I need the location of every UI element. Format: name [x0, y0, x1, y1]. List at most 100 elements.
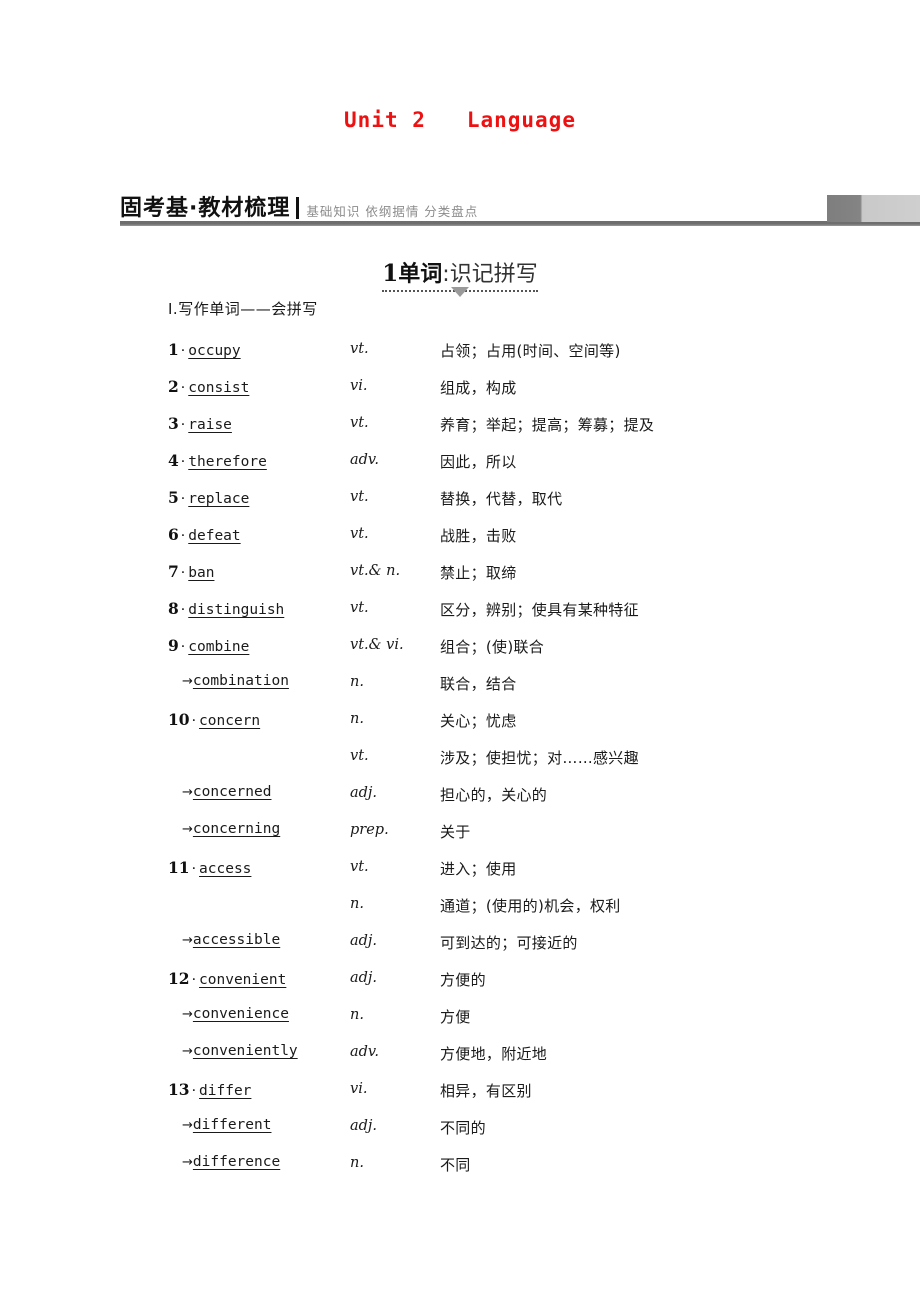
part-of-speech: adj.: [350, 785, 378, 801]
separator-dot: ·: [191, 861, 197, 877]
part-of-speech: vt.: [350, 341, 369, 357]
part-of-speech: vi.: [350, 378, 368, 394]
english-word: occupy: [188, 343, 241, 359]
chinese-meaning: 占领；占用(时间、空间等): [440, 342, 621, 360]
english-word: ban: [188, 565, 215, 581]
word-entry-term: 2 · consist: [168, 377, 353, 396]
word-entry-number: 9: [168, 636, 179, 655]
english-word: therefore: [188, 454, 267, 470]
section-number: 1: [382, 260, 399, 287]
word-entry-number: 6: [168, 525, 179, 544]
part-of-speech: vt.: [350, 489, 369, 505]
english-word: concerning: [192, 821, 281, 837]
word-row: 12 · convenient adj. 方便的: [168, 969, 868, 1006]
sub-heading: Ⅰ.写作单词——会拼写: [168, 300, 318, 318]
arrow-right-icon: →: [182, 1155, 193, 1170]
part-of-speech: vt.& vi.: [350, 637, 404, 653]
part-of-speech: vt.: [350, 526, 369, 542]
part-of-speech: adj.: [350, 933, 378, 949]
separator-dot: ·: [180, 528, 186, 544]
triangle-down-icon: [0, 287, 920, 297]
vertical-divider: [296, 197, 300, 219]
part-of-speech: adv.: [350, 1044, 380, 1060]
arrow-right-icon: →: [182, 1118, 193, 1133]
arrow-right-icon: →: [182, 933, 193, 948]
word-entry-term: 11 · access: [168, 858, 353, 877]
word-entry-number: 8: [168, 599, 179, 618]
word-row: vt. 涉及；使担忧；对……感兴趣: [168, 747, 868, 784]
word-entry-term: →convenience: [182, 1006, 367, 1022]
part-of-speech: prep.: [350, 822, 389, 838]
separator-dot: ·: [191, 1083, 197, 1099]
word-row: 5 · replace vt. 替换，代替，取代: [168, 488, 868, 525]
separator-dot: ·: [191, 713, 197, 729]
word-row: 1 · occupy vt. 占领；占用(时间、空间等): [168, 340, 868, 377]
chinese-meaning: 战胜，击败: [440, 527, 517, 545]
english-word: raise: [188, 417, 232, 433]
separator-dot: ·: [180, 639, 186, 655]
word-entry-number: 13: [168, 1080, 190, 1099]
word-entry-number: 4: [168, 451, 179, 470]
word-row: →convenience n. 方便: [168, 1006, 868, 1043]
separator-dot: ·: [180, 343, 186, 359]
word-entry-number: 10: [168, 710, 190, 729]
chinese-meaning: 组合；(使)联合: [440, 638, 545, 656]
part-of-speech: vt.& n.: [350, 563, 401, 579]
section-heading-strong: 单词: [398, 262, 443, 287]
word-row: 8 · distinguish vt. 区分，辨别；使具有某种特征: [168, 599, 868, 636]
english-word: concern: [199, 713, 261, 729]
part-of-speech: vt.: [350, 859, 369, 875]
chinese-meaning: 区分，辨别；使具有某种特征: [440, 601, 639, 619]
chinese-meaning: 涉及；使担忧；对……感兴趣: [440, 749, 639, 767]
arrow-right-icon: →: [182, 1007, 193, 1022]
word-entry-term: 13 · differ: [168, 1080, 353, 1099]
horizontal-rule: [120, 221, 920, 226]
word-entry-term: →combination: [182, 673, 367, 689]
english-word: different: [192, 1117, 272, 1133]
word-row: →accessible adj. 可到达的；可接近的: [168, 932, 868, 969]
word-entry-term: 9 · combine: [168, 636, 353, 655]
english-word: differ: [199, 1083, 252, 1099]
arrow-right-icon: →: [182, 674, 193, 689]
chinese-meaning: 养育；举起；提高；筹募；提及: [440, 416, 655, 434]
part-of-speech: adj.: [350, 970, 378, 986]
word-row: 11 · access vt. 进入；使用: [168, 858, 868, 895]
word-entry-term: 1 · occupy: [168, 340, 353, 359]
word-row: 9 · combine vt.& vi. 组合；(使)联合: [168, 636, 868, 673]
chinese-meaning: 方便地，附近地: [440, 1045, 548, 1063]
english-word: distinguish: [188, 602, 285, 618]
english-word: difference: [192, 1154, 281, 1170]
word-row: →concerned adj. 担心的，关心的: [168, 784, 868, 821]
word-row: 2 · consist vi. 组成，构成: [168, 377, 868, 414]
chinese-meaning: 关心；忧虑: [440, 712, 517, 730]
english-word: concerned: [192, 784, 272, 800]
word-list: 1 · occupy vt. 占领；占用(时间、空间等) 2 · consist vi. 组成，构…: [168, 340, 868, 1191]
english-word: replace: [188, 491, 250, 507]
section-band-subtitle: 基础知识 依纲据情 分类盘点: [306, 203, 479, 219]
part-of-speech: adj.: [350, 1118, 378, 1134]
section-heading-light: :识记拼写: [442, 262, 538, 287]
part-of-speech: vt.: [350, 600, 369, 616]
word-entry-term: 12 · convenient: [168, 969, 353, 988]
section-band-title: 固考基·教材梳理: [120, 196, 291, 221]
english-word: accessible: [192, 932, 281, 948]
word-entry-number: 2: [168, 377, 179, 396]
english-word: combine: [188, 639, 250, 655]
word-row: 10 · concern n. 关心；忧虑: [168, 710, 868, 747]
word-row: n. 通道；(使用的)机会，权利: [168, 895, 868, 932]
word-entry-number: 3: [168, 414, 179, 433]
word-entry-term: →conveniently: [182, 1043, 367, 1059]
word-row: 3 · raise vt. 养育；举起；提高；筹募；提及: [168, 414, 868, 451]
word-row: →concerning prep. 关于: [168, 821, 868, 858]
chinese-meaning: 相异，有区别: [440, 1082, 532, 1100]
english-word: conveniently: [192, 1043, 298, 1059]
word-entry-term: 4 · therefore: [168, 451, 353, 470]
part-of-speech: vt.: [350, 748, 369, 764]
separator-dot: ·: [180, 491, 186, 507]
chinese-meaning: 通道；(使用的)机会，权利: [440, 897, 621, 915]
chinese-meaning: 进入；使用: [440, 860, 517, 878]
word-entry-term: 7 · ban: [168, 562, 353, 581]
english-word: combination: [192, 673, 289, 689]
separator-dot: ·: [180, 380, 186, 396]
arrow-right-icon: →: [182, 785, 193, 800]
